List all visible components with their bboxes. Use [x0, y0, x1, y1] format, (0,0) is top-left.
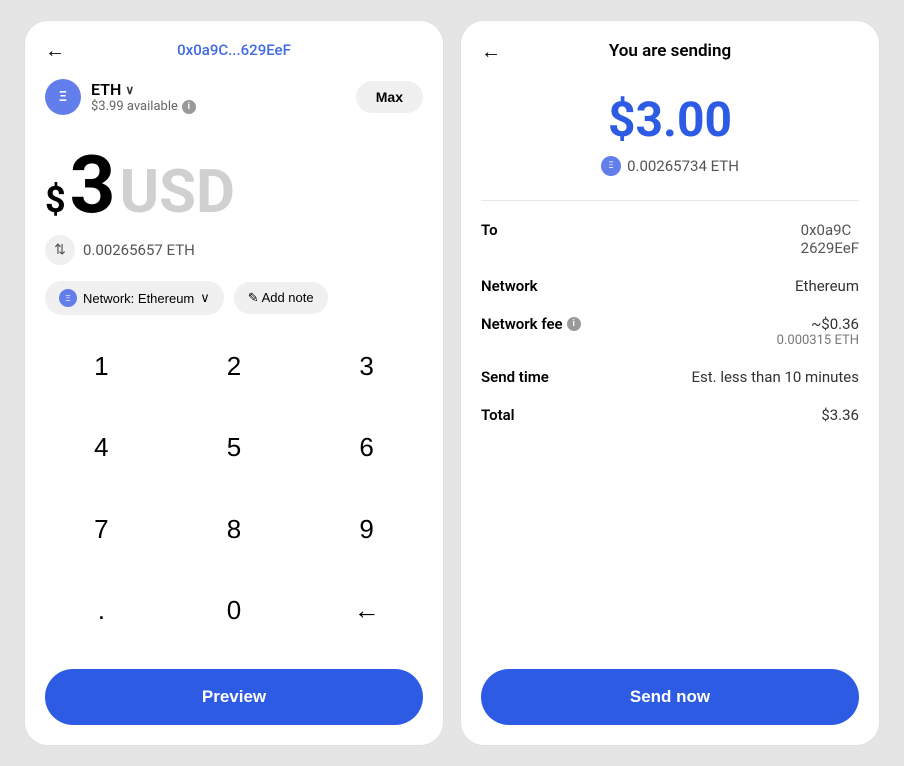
- fee-info-icon[interactable]: i: [567, 317, 581, 331]
- right-screen: ← You are sending $3.00 Ξ 0.00265734 ETH…: [460, 20, 880, 746]
- network-button[interactable]: Ξ Network: Ethereum ∨: [45, 281, 224, 315]
- send-now-button[interactable]: Send now: [481, 669, 859, 725]
- conversion-row: ⇅ 0.00265657 ETH: [25, 235, 443, 281]
- send-eth-amount: 0.00265734 ETH: [627, 157, 739, 175]
- network-eth-icon: Ξ: [59, 289, 77, 307]
- details-section: To 0x0a9C 2629EeF Network Ethereum Netwo…: [461, 201, 879, 657]
- network-detail-label: Network: [481, 277, 538, 295]
- send-time-row: Send time Est. less than 10 minutes: [481, 368, 859, 386]
- key-5[interactable]: 5: [168, 413, 301, 483]
- network-chevron-icon: ∨: [200, 290, 210, 306]
- right-header: ← You are sending: [461, 21, 879, 71]
- eth-logo-icon: Ξ: [45, 79, 81, 115]
- total-value: $3.36: [821, 406, 859, 424]
- left-back-button[interactable]: ←: [45, 38, 65, 63]
- key-4[interactable]: 4: [35, 413, 168, 483]
- fee-usd: ~$0.36: [811, 315, 859, 333]
- preview-button[interactable]: Preview: [45, 669, 423, 725]
- send-dollar-amount: $3.00: [608, 91, 732, 148]
- eth-conversion-amount: 0.00265657 ETH: [83, 241, 195, 259]
- key-dot[interactable]: .: [35, 576, 168, 646]
- amount-number: 3: [70, 145, 116, 225]
- total-label: Total: [481, 406, 515, 424]
- swap-icon[interactable]: ⇅: [45, 235, 75, 265]
- screens-container: ← 0x0a9C...629EeF Ξ ETH ∨ $3.99 availabl…: [0, 0, 904, 766]
- key-8[interactable]: 8: [168, 494, 301, 564]
- fee-eth: 0.000315 ETH: [777, 333, 859, 348]
- dollar-sign: $: [45, 179, 66, 221]
- key-9[interactable]: 9: [300, 494, 433, 564]
- keypad: 1 2 3 4 5 6 7 8 9 . 0 ←: [25, 331, 443, 657]
- fee-row: Network fee i ~$0.36 0.000315 ETH: [481, 315, 859, 348]
- key-2[interactable]: 2: [168, 331, 301, 401]
- amount-currency: USD: [120, 162, 236, 222]
- options-row: Ξ Network: Ethereum ∨ ✎ Add note: [25, 281, 443, 331]
- key-1[interactable]: 1: [35, 331, 168, 401]
- add-note-button[interactable]: ✎ Add note: [234, 282, 328, 314]
- send-time-label: Send time: [481, 368, 549, 386]
- key-0[interactable]: 0: [168, 576, 301, 646]
- fee-values: ~$0.36 0.000315 ETH: [777, 315, 859, 348]
- to-address-line2: 2629EeF: [801, 239, 859, 257]
- to-address-line1: 0x0a9C: [801, 221, 859, 239]
- to-label: To: [481, 221, 498, 239]
- network-row: Network Ethereum: [481, 277, 859, 295]
- left-screen: ← 0x0a9C...629EeF Ξ ETH ∨ $3.99 availabl…: [24, 20, 444, 746]
- to-row: To 0x0a9C 2629EeF: [481, 221, 859, 257]
- key-6[interactable]: 6: [300, 413, 433, 483]
- right-screen-title: You are sending: [609, 41, 731, 61]
- token-name[interactable]: ETH ∨: [91, 80, 196, 99]
- token-details: ETH ∨ $3.99 available i: [91, 80, 196, 114]
- balance-info-icon[interactable]: i: [182, 100, 196, 114]
- wallet-address: 0x0a9C...629EeF: [177, 41, 291, 59]
- key-7[interactable]: 7: [35, 494, 168, 564]
- token-chevron-icon: ∨: [125, 83, 134, 97]
- to-address: 0x0a9C 2629EeF: [801, 221, 859, 257]
- max-button[interactable]: Max: [356, 81, 423, 113]
- network-label: Network: Ethereum: [83, 291, 194, 306]
- token-info: Ξ ETH ∨ $3.99 available i: [45, 79, 196, 115]
- send-eth-row: Ξ 0.00265734 ETH: [601, 156, 739, 176]
- total-row: Total $3.36: [481, 406, 859, 424]
- key-3[interactable]: 3: [300, 331, 433, 401]
- left-header: ← 0x0a9C...629EeF: [25, 21, 443, 69]
- send-eth-icon: Ξ: [601, 156, 621, 176]
- token-balance: $3.99 available i: [91, 99, 196, 114]
- send-time-value: Est. less than 10 minutes: [691, 368, 859, 386]
- key-backspace[interactable]: ←: [300, 576, 433, 646]
- network-detail-value: Ethereum: [795, 277, 859, 295]
- send-amount-section: $3.00 Ξ 0.00265734 ETH: [461, 71, 879, 200]
- fee-label: Network fee i: [481, 315, 581, 333]
- right-back-button[interactable]: ←: [481, 39, 501, 64]
- token-row: Ξ ETH ∨ $3.99 available i Max: [25, 69, 443, 125]
- amount-display: $ 3 USD: [25, 125, 443, 235]
